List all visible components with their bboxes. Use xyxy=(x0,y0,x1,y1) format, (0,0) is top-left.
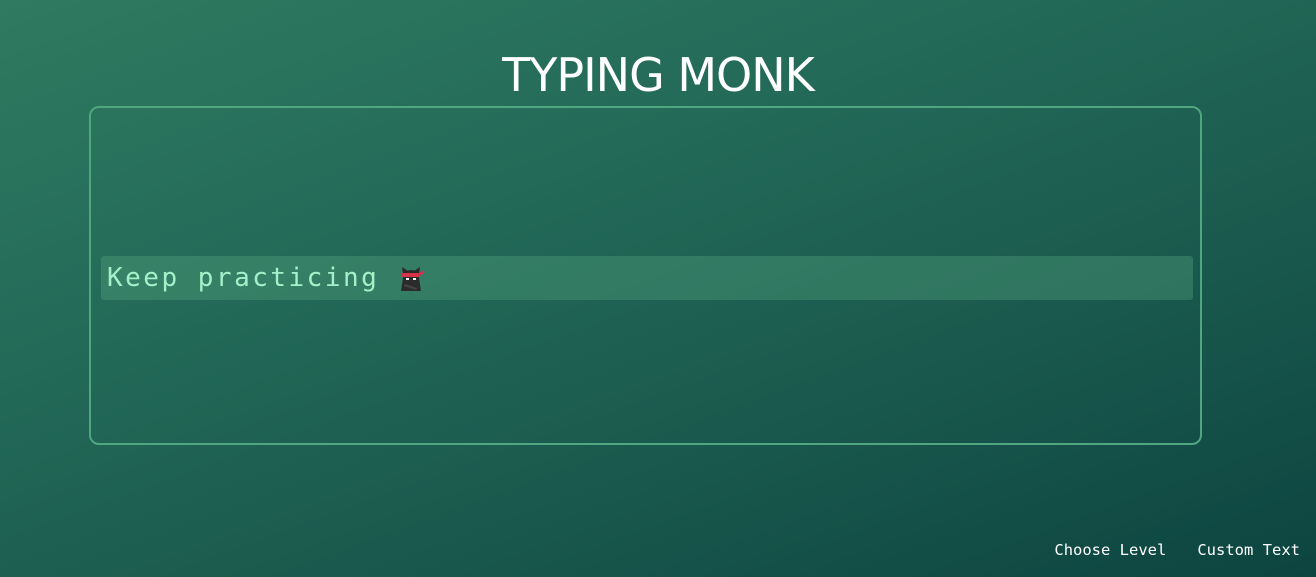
current-line: Keep practicing xyxy=(101,256,1193,300)
app-title: TYPING MONK xyxy=(502,48,815,102)
ninja-icon xyxy=(397,264,425,292)
choose-level-link[interactable]: Choose Level xyxy=(1054,541,1166,559)
footer-nav: Choose Level Custom Text xyxy=(1054,541,1300,559)
current-line-text: Keep practicing xyxy=(107,263,380,293)
custom-text-link[interactable]: Custom Text xyxy=(1197,541,1300,559)
typing-area[interactable]: Keep practicing xyxy=(89,106,1202,445)
